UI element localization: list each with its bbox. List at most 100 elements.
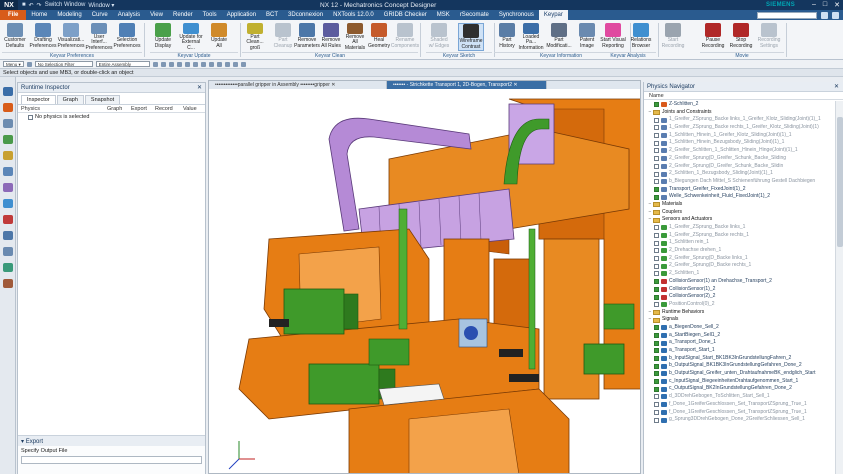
visibility-checkbox[interactable] bbox=[654, 394, 659, 400]
column-export[interactable]: Export bbox=[128, 106, 152, 112]
tree-item[interactable]: 2_Greifer_Sprung(D_Greifer_Schunk_Backe_… bbox=[644, 163, 834, 171]
tree-item[interactable]: 2_Greifer_Sprung(D_Greifer_Schunk_Backe_… bbox=[644, 155, 834, 163]
visibility-checkbox[interactable] bbox=[654, 379, 659, 385]
ribbon-group-label[interactable]: Movie bbox=[700, 52, 784, 59]
tab-bct[interactable]: BCT bbox=[261, 10, 283, 20]
tree-item[interactable]: 1_Schlitten rein_1 bbox=[644, 239, 834, 247]
ribbon-button-drafting[interactable]: Drafting Preferences bbox=[30, 23, 56, 51]
save-icon[interactable]: ■ bbox=[22, 2, 26, 8]
ribbon-button-update[interactable]: Update All bbox=[206, 23, 232, 51]
document-tab-gripper[interactable]: •••••••••••••parallel gripper in Assembl… bbox=[209, 81, 387, 89]
tab-gridb-checker[interactable]: GRIDB Checker bbox=[379, 10, 432, 20]
tab-file[interactable]: File bbox=[0, 10, 27, 20]
snap-icon[interactable] bbox=[208, 61, 214, 67]
visibility-checkbox[interactable] bbox=[654, 117, 659, 123]
tree-item[interactable]: d_3DDrehGebogen_ToSchlitten_Start_Sell_1 bbox=[644, 393, 834, 401]
column-physics[interactable]: Physics bbox=[18, 106, 104, 112]
visibility-checkbox[interactable] bbox=[654, 163, 659, 169]
visibility-checkbox[interactable] bbox=[654, 271, 659, 277]
ribbon-button-stop[interactable]: Stop Recording bbox=[728, 23, 754, 51]
ribbon-button-user-interf[interactable]: User Interf... Preferences bbox=[86, 23, 112, 51]
snap-icon[interactable] bbox=[184, 61, 190, 67]
tree-item[interactable]: CollisionSensor(2)_2 bbox=[644, 293, 834, 301]
tree-folder[interactable]: − Materials bbox=[644, 201, 834, 209]
column-value[interactable]: Value bbox=[180, 106, 197, 112]
tree-folder[interactable]: − Sensors and Actuators bbox=[644, 216, 834, 224]
visibility-checkbox[interactable] bbox=[654, 194, 659, 200]
ribbon-group-label[interactable]: Keyvar Clean bbox=[242, 52, 418, 59]
tree-item[interactable]: b_InputSignal_Start_BK1BK3InGrundstellun… bbox=[644, 355, 834, 363]
tree-item[interactable]: 2_Greifer_Sprung(D_Backe rechts_1 bbox=[644, 262, 834, 270]
visibility-checkbox[interactable] bbox=[654, 371, 659, 377]
tree-item[interactable]: 1_Schlitten_Hinein_Bezugsbody_Sliding(Jo… bbox=[644, 139, 834, 147]
tree-item[interactable]: b_Biegungen Dach Mittel_S Schienenführun… bbox=[644, 178, 834, 186]
tree-item[interactable]: CollisionSensor(1)_2 bbox=[644, 286, 834, 294]
visibility-checkbox[interactable] bbox=[654, 417, 659, 423]
tree-item[interactable]: PositionControl(0)_2 bbox=[644, 301, 834, 309]
visibility-checkbox[interactable] bbox=[654, 186, 659, 192]
ribbon-button-visualizati[interactable]: Visualizati... Preferences bbox=[58, 23, 84, 51]
visibility-checkbox[interactable] bbox=[654, 240, 659, 246]
tab-rsecomate[interactable]: rSecomate bbox=[455, 10, 494, 20]
ribbon-button-rename[interactable]: Rename Components bbox=[391, 23, 419, 51]
export-header[interactable]: ▾ Export bbox=[18, 436, 205, 446]
tree-item[interactable]: 2_Schlitten_1_Bezugsbody_Sliding(Joint)(… bbox=[644, 170, 834, 178]
selection-filter-dropdown[interactable]: No Selection Filter bbox=[34, 61, 93, 67]
snap-icon[interactable] bbox=[240, 61, 246, 67]
ribbon-button-heal[interactable]: Heal Geometry bbox=[366, 23, 392, 51]
ribbon-group-label[interactable]: Keyvar Preferences bbox=[2, 52, 142, 59]
cad-model-view[interactable] bbox=[209, 89, 641, 474]
tree-item[interactable]: Welle_Schwenkeinheit_Fluid_FixedJoint(1)… bbox=[644, 193, 834, 201]
tree-item[interactable]: 1_Schlitten_Hinein_1_Greifer_Klotz_Slidi… bbox=[644, 132, 834, 140]
snap-icon[interactable] bbox=[176, 61, 182, 67]
constraint-navigator-icon[interactable] bbox=[3, 135, 13, 144]
tab-curve[interactable]: Curve bbox=[87, 10, 113, 20]
ribbon-button-start-visual[interactable]: Start Visual Reporting bbox=[600, 23, 626, 51]
snap-icon[interactable] bbox=[216, 61, 222, 67]
snap-icon[interactable] bbox=[232, 61, 238, 67]
ribbon-button-pause[interactable]: Pause Recording bbox=[700, 23, 726, 51]
tree-item[interactable]: a_BiegenDone_Sell_2 bbox=[644, 324, 834, 332]
visibility-checkbox[interactable] bbox=[654, 279, 659, 285]
part-navigator-icon[interactable] bbox=[3, 119, 13, 128]
selection-scope-dropdown[interactable]: Entire Assembly bbox=[95, 61, 150, 67]
tab-nxtools-12-0-0[interactable]: NXTools 12.0.0 bbox=[328, 10, 379, 20]
visibility-checkbox[interactable] bbox=[654, 102, 659, 108]
tree-item[interactable]: 1_Greifer_ZSprung_Backe rechts_1 bbox=[644, 232, 834, 240]
visibility-checkbox[interactable] bbox=[654, 402, 659, 408]
visibility-checkbox[interactable] bbox=[654, 171, 659, 177]
system-navigator-icon[interactable] bbox=[3, 231, 13, 240]
visibility-checkbox[interactable] bbox=[654, 409, 659, 415]
sequence-editor-icon[interactable] bbox=[3, 199, 13, 208]
tree-item[interactable]: a_Transport_Start_1 bbox=[644, 347, 834, 355]
column-name[interactable]: Name bbox=[644, 92, 843, 100]
maximize-button[interactable]: □ bbox=[823, 1, 827, 9]
tree-item[interactable]: b_OutputSignal_BK1BK3InGrundstellungGefa… bbox=[644, 362, 834, 370]
ribbon-button-part-clean[interactable]: Part Clean... groß bbox=[242, 23, 268, 51]
settings-icon[interactable] bbox=[832, 11, 839, 19]
tree-item[interactable]: f_Done_1GreiferGeschlossen_Set_Transport… bbox=[644, 409, 834, 417]
output-file-input[interactable] bbox=[21, 456, 202, 464]
tree-item[interactable]: f_Done_1GreiferGeschlossen_Set_Transport… bbox=[644, 401, 834, 409]
visibility-checkbox[interactable] bbox=[654, 256, 659, 262]
column-record[interactable]: Record bbox=[152, 106, 180, 112]
visibility-checkbox[interactable] bbox=[654, 302, 659, 308]
tab-application[interactable]: Application bbox=[222, 10, 261, 20]
ribbon-button-shaded[interactable]: Shaded w/ Edges bbox=[426, 23, 452, 51]
tab-inspector[interactable]: Inspector bbox=[21, 95, 56, 104]
tab-analysis[interactable]: Analysis bbox=[113, 10, 145, 20]
visibility-checkbox[interactable] bbox=[654, 356, 659, 362]
toolbar-icon[interactable] bbox=[26, 61, 32, 67]
tab-3dconnexion[interactable]: 3Dconnexion bbox=[283, 10, 328, 20]
visibility-checkbox[interactable] bbox=[654, 133, 659, 139]
tree-item[interactable]: a_Transport_Done_1 bbox=[644, 339, 834, 347]
tab-view[interactable]: View bbox=[145, 10, 168, 20]
ribbon-button-part[interactable]: Part Modificati... bbox=[546, 23, 572, 51]
snap-icon[interactable] bbox=[152, 61, 158, 67]
tree-item[interactable]: g_Sprung3DDrehGebogen_Done_2GreiferSchli… bbox=[644, 416, 834, 424]
tree-item[interactable]: 1_Greifer_ZSprung_Backe links_1_Greifer_… bbox=[644, 116, 834, 124]
runtime-inspector-icon[interactable] bbox=[3, 215, 13, 224]
ribbon-button-update-for[interactable]: Update for External C... bbox=[178, 23, 204, 51]
tree-folder[interactable]: − Signals bbox=[644, 316, 834, 324]
visibility-checkbox[interactable] bbox=[654, 248, 659, 254]
